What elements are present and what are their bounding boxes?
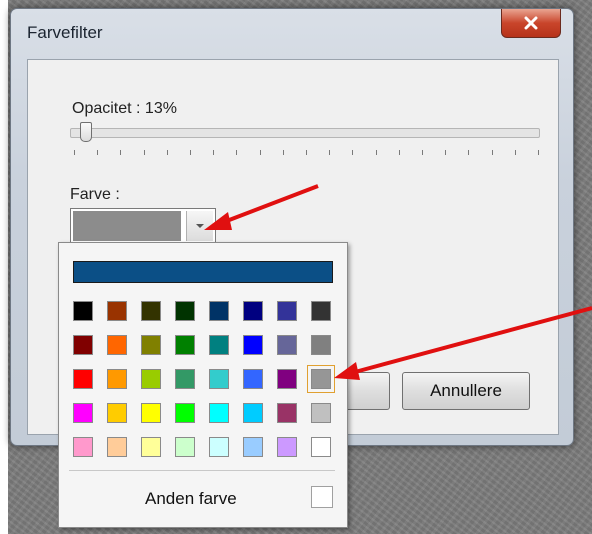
slider-tick (352, 150, 354, 155)
palette-color-swatch[interactable] (175, 437, 195, 457)
close-icon (524, 16, 538, 30)
chevron-down-icon (196, 224, 204, 228)
slider-ticks (74, 150, 542, 156)
palette-top-color[interactable] (73, 261, 333, 283)
palette-color-swatch[interactable] (307, 365, 335, 393)
palette-color-swatch[interactable] (209, 437, 229, 457)
palette-color-swatch[interactable] (243, 437, 263, 457)
palette-color-swatch[interactable] (209, 301, 229, 321)
more-colors-box[interactable] (311, 486, 333, 508)
palette-color-swatch[interactable] (107, 403, 127, 423)
palette-color-swatch[interactable] (311, 403, 331, 423)
slider-tick (491, 150, 493, 155)
slider-tick (166, 150, 168, 155)
opacity-label: Opacitet : 13% (72, 100, 177, 117)
cancel-button[interactable]: Annullere (402, 372, 530, 410)
slider-tick (259, 150, 261, 155)
palette-color-swatch[interactable] (141, 403, 161, 423)
slider-tick (398, 150, 400, 155)
left-margin (0, 0, 8, 534)
palette-color-swatch[interactable] (209, 403, 229, 423)
slider-tick (306, 150, 307, 155)
palette-color-swatch[interactable] (277, 403, 297, 423)
palette-color-swatch[interactable] (73, 369, 93, 389)
opacity-slider-track[interactable] (70, 128, 540, 138)
color-label: Farve : (70, 186, 120, 203)
slider-tick (282, 150, 284, 155)
dropdown-arrow-button[interactable] (186, 211, 213, 241)
palette-color-swatch[interactable] (175, 403, 195, 423)
palette-separator (69, 470, 335, 471)
slider-tick (329, 150, 331, 155)
slider-tick (445, 150, 447, 155)
color-palette-popup: Anden farve (58, 242, 348, 528)
palette-color-swatch[interactable] (107, 301, 127, 321)
more-colors-label[interactable]: Anden farve (145, 489, 237, 509)
palette-color-swatch[interactable] (141, 335, 161, 355)
palette-color-swatch[interactable] (277, 437, 297, 457)
palette-color-swatch[interactable] (73, 403, 93, 423)
slider-tick (538, 150, 539, 155)
palette-color-swatch[interactable] (175, 369, 195, 389)
window-title: Farvefilter (27, 23, 103, 42)
palette-color-swatch[interactable] (73, 301, 93, 321)
slider-tick (236, 150, 238, 155)
palette-color-swatch[interactable] (277, 335, 297, 355)
palette-color-swatch[interactable] (73, 437, 93, 457)
slider-tick (143, 150, 145, 155)
slider-tick (514, 150, 516, 155)
palette-color-swatch[interactable] (243, 403, 263, 423)
palette-color-swatch[interactable] (209, 369, 229, 389)
slider-tick (375, 150, 377, 155)
palette-color-swatch[interactable] (141, 437, 161, 457)
palette-color-swatch[interactable] (107, 437, 127, 457)
palette-color-swatch[interactable] (107, 335, 127, 355)
palette-color-swatch[interactable] (73, 335, 93, 355)
slider-tick (120, 150, 122, 155)
slider-tick (422, 150, 423, 155)
palette-color-swatch[interactable] (311, 437, 331, 457)
palette-color-swatch[interactable] (141, 369, 161, 389)
palette-color-swatch[interactable] (277, 301, 297, 321)
palette-color-swatch[interactable] (141, 301, 161, 321)
palette-color-swatch[interactable] (277, 369, 297, 389)
palette-color-swatch[interactable] (243, 335, 263, 355)
palette-color-swatch[interactable] (107, 369, 127, 389)
palette-color-swatch[interactable] (175, 301, 195, 321)
slider-tick (190, 150, 191, 155)
slider-tick (468, 150, 470, 155)
selected-color-swatch (73, 211, 181, 241)
opacity-slider-thumb[interactable] (79, 122, 92, 142)
palette-color-swatch[interactable] (209, 335, 229, 355)
palette-color-swatch[interactable] (243, 369, 263, 389)
color-dropdown[interactable] (70, 208, 216, 246)
palette-color-swatch[interactable] (311, 301, 331, 321)
slider-tick (213, 150, 215, 155)
palette-color-swatch[interactable] (243, 301, 263, 321)
close-button[interactable] (501, 9, 561, 38)
slider-tick (97, 150, 99, 155)
palette-color-swatch[interactable] (311, 335, 331, 355)
slider-tick (74, 150, 75, 155)
palette-color-swatch[interactable] (175, 335, 195, 355)
